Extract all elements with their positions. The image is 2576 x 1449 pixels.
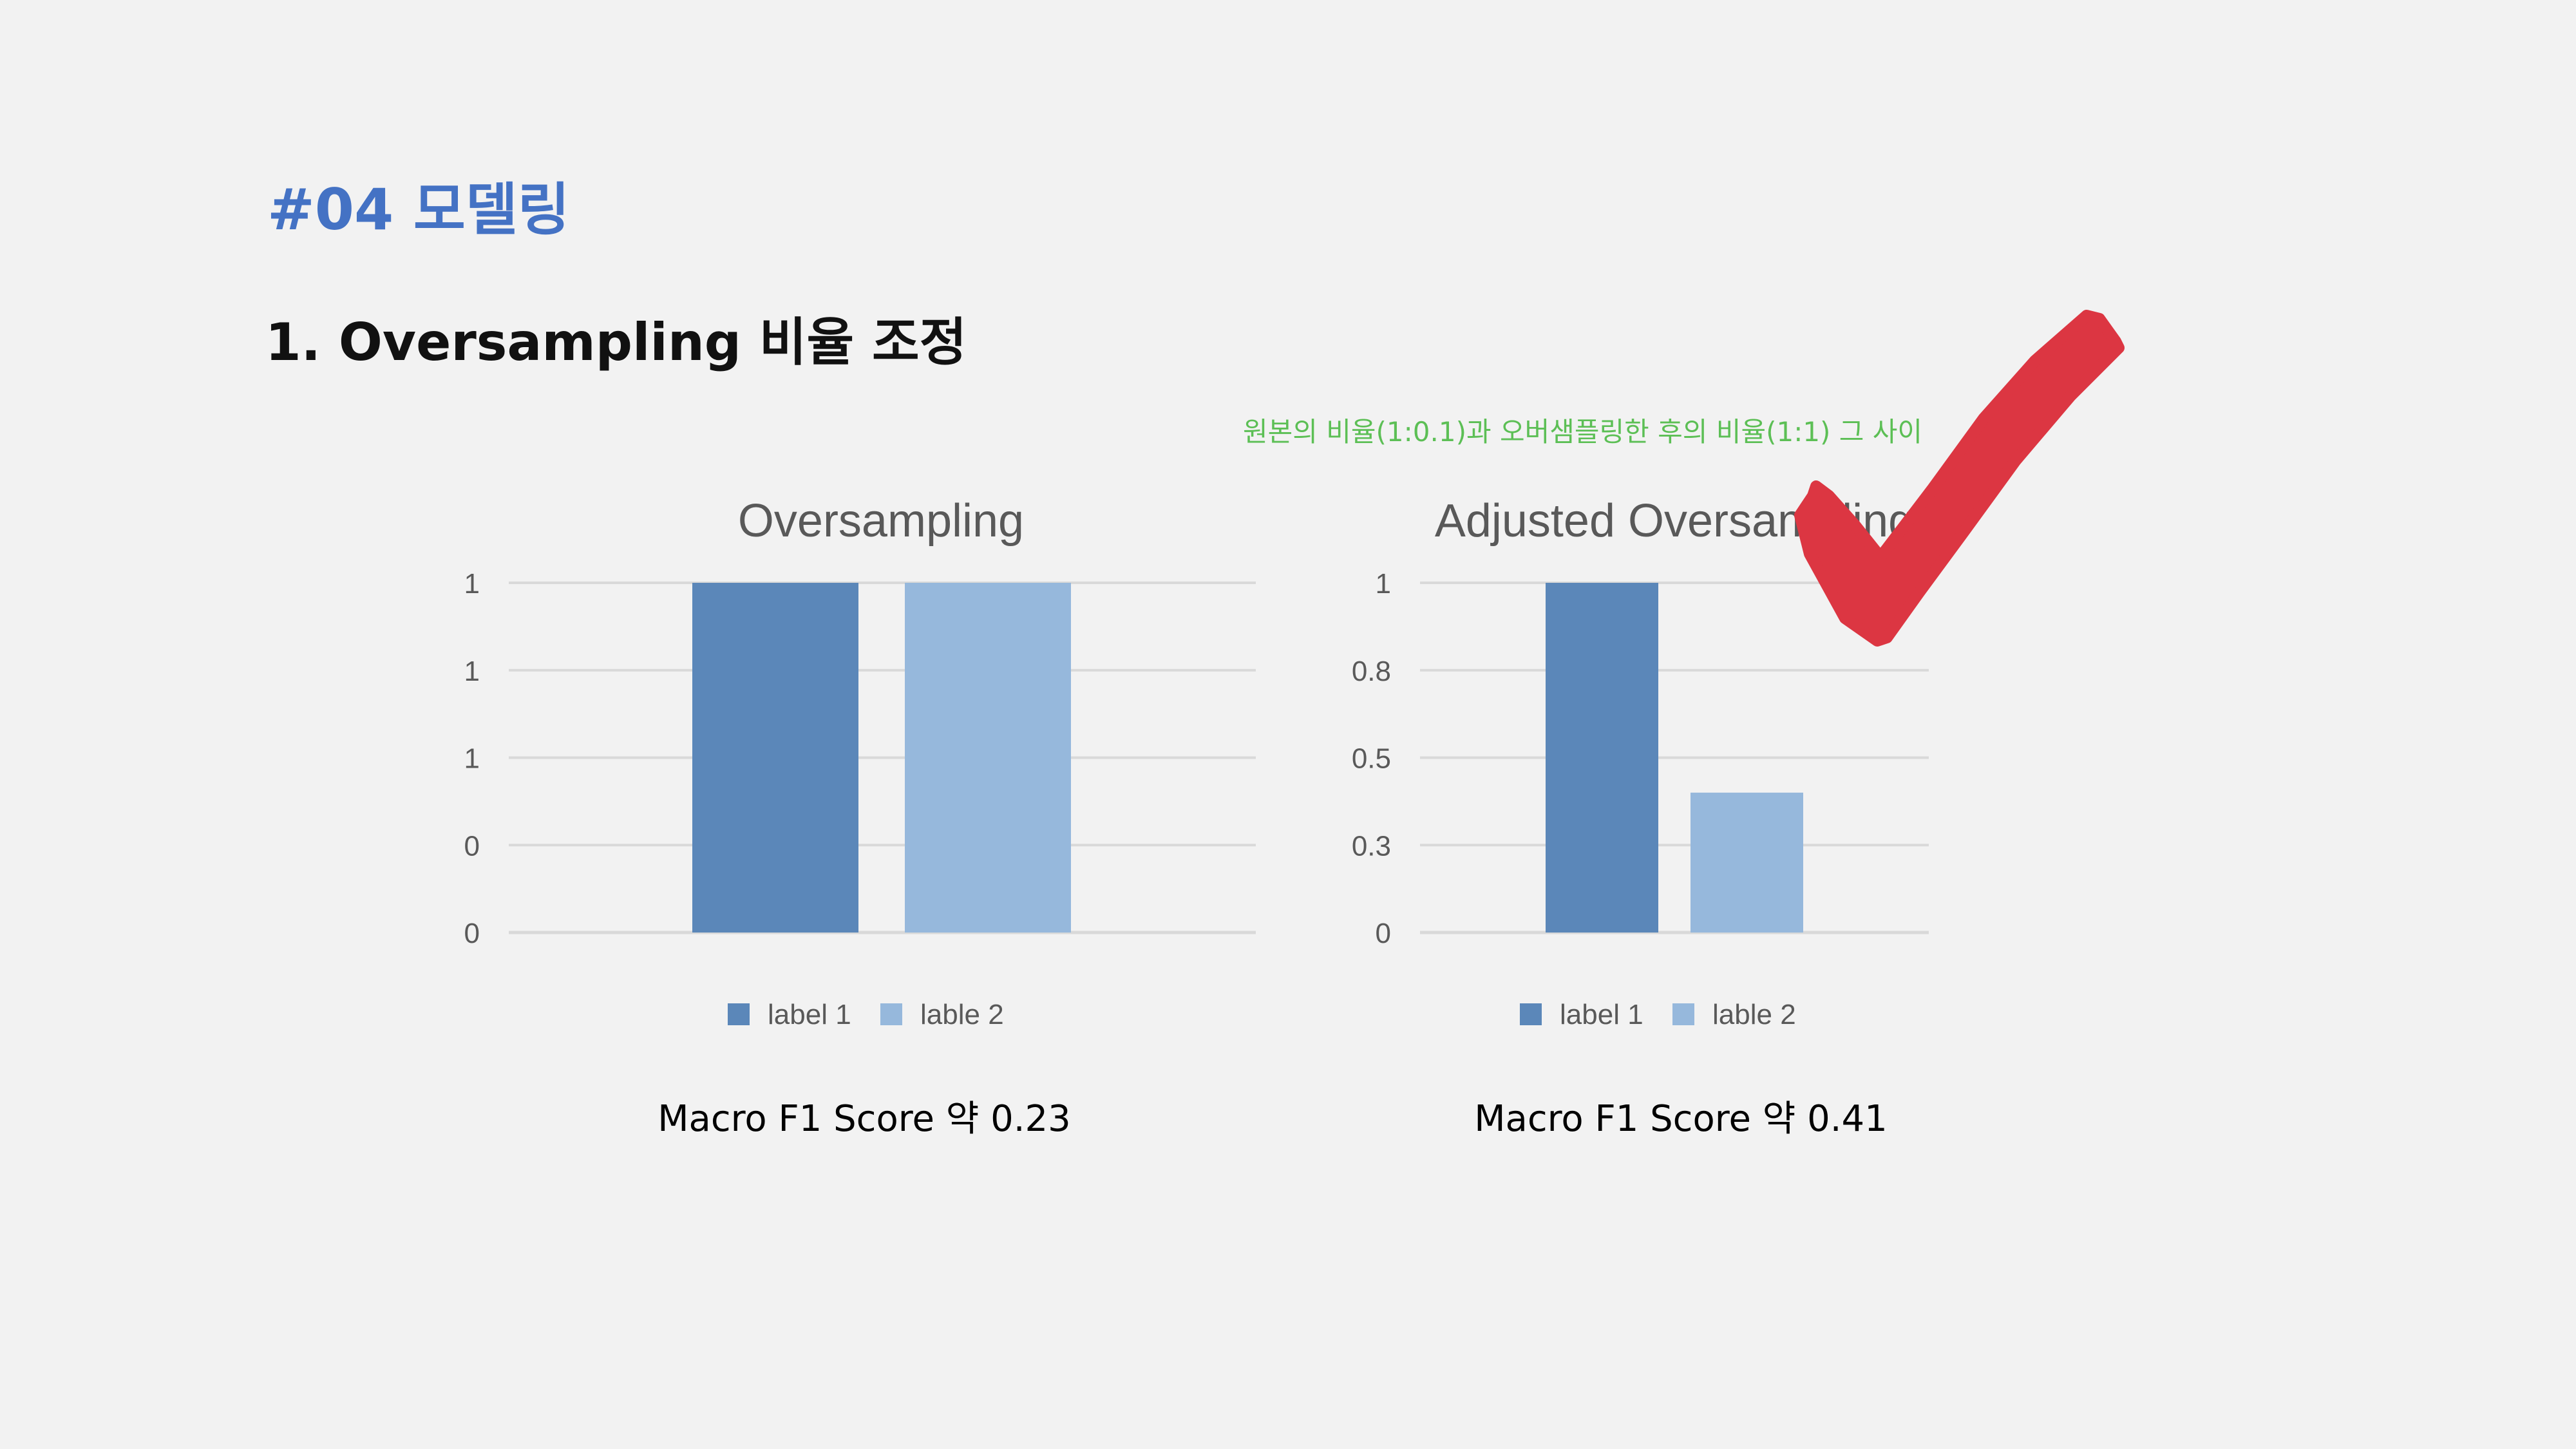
- y-tick-label: 0: [1376, 918, 1391, 949]
- bar-2: [1690, 792, 1803, 933]
- y-tick-label: 0.3: [1352, 830, 1391, 862]
- y-tick-label: 1: [464, 743, 480, 775]
- y-tick-label: 0.5: [1352, 743, 1391, 775]
- y-tick-label: 1: [464, 656, 480, 687]
- legend-label: label 1: [768, 999, 851, 1030]
- legend-label: lable 2: [920, 999, 1004, 1030]
- legend-swatch: [880, 1003, 902, 1025]
- legend-swatch: [1520, 1003, 1542, 1025]
- y-tick-label: 0.8: [1352, 656, 1391, 687]
- y-tick-label: 1: [464, 568, 480, 600]
- y-tick-label: 0: [464, 918, 480, 949]
- bar-1: [692, 583, 858, 933]
- legend-swatch: [1672, 1003, 1694, 1025]
- chart-title: Oversampling: [738, 495, 1024, 547]
- legend-swatch: [728, 1003, 750, 1025]
- charts-canvas: Oversampling00111label 1 lable 2Adjusted …: [464, 495, 1929, 1030]
- bar-2: [905, 583, 1071, 933]
- macro-f1-caption-oversampling: Macro F1 Score 약 0.23: [658, 1098, 1071, 1140]
- legend-label: label 1: [1560, 999, 1643, 1030]
- y-tick-label: 1: [1376, 568, 1391, 600]
- macro-f1-caption-adjusted: Macro F1 Score 약 0.41: [1474, 1098, 1888, 1140]
- y-tick-label: 0: [464, 830, 480, 862]
- bar-1: [1546, 583, 1658, 933]
- legend-label: lable 2: [1712, 999, 1796, 1030]
- checkmark-icon: [1794, 310, 2125, 647]
